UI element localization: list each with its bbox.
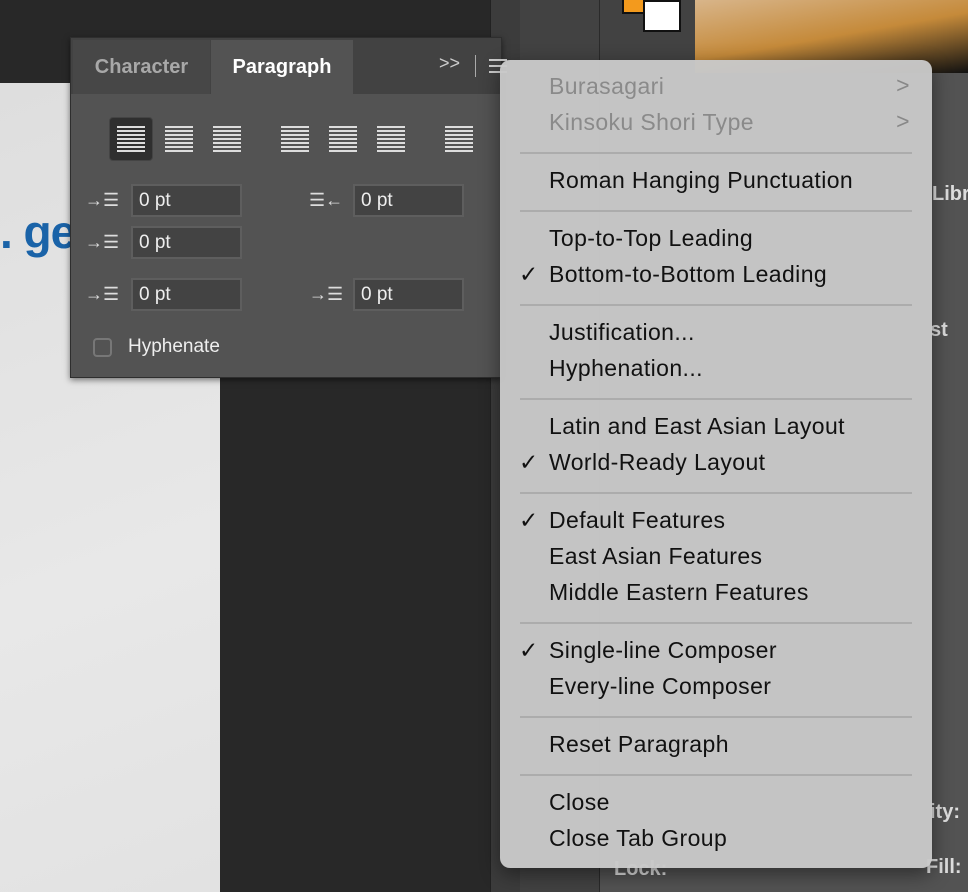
menu-separator [520, 716, 912, 718]
menu-item-roman-hanging-punctuation[interactable]: Roman Hanging Punctuation [500, 163, 932, 199]
text-fragment: st [930, 319, 948, 341]
menu-item-close-tab-group[interactable]: Close Tab Group [500, 821, 932, 857]
hyphenate-checkbox[interactable] [93, 338, 112, 357]
align-right-icon [213, 126, 241, 152]
menu-item-label: Bottom-to-Bottom Leading [549, 261, 828, 287]
libraries-tab-fragment[interactable]: Libr [932, 183, 968, 206]
justify-last-center-button[interactable] [321, 117, 365, 161]
checkmark-icon: ✓ [519, 261, 539, 287]
align-left-button[interactable] [109, 117, 153, 161]
justify-all-icon [445, 126, 473, 152]
canvas-text-fragment: . ge [0, 206, 76, 258]
justify-all-button[interactable] [437, 117, 481, 161]
menu-item-justification[interactable]: Justification... [500, 315, 932, 351]
paragraph-panel: Character Paragraph >> →☰ 0 pt ☰← 0 pt →… [70, 37, 507, 378]
indent-right-icon: ☰← [309, 190, 344, 210]
menu-item-label: Reset Paragraph [549, 731, 729, 757]
background-color-swatch[interactable] [643, 0, 681, 32]
menu-item-bottom-to-bottom-leading[interactable]: ✓ Bottom-to-Bottom Leading [500, 257, 932, 293]
menu-item-kinsoku-shori-type: Kinsoku Shori Type > [500, 105, 932, 141]
tab-character[interactable]: Character [73, 40, 210, 94]
menu-separator [520, 622, 912, 624]
indent-first-line-input[interactable]: 0 pt [131, 226, 242, 259]
menu-item-label: Middle Eastern Features [549, 579, 809, 605]
align-center-icon [165, 126, 193, 152]
menu-separator [520, 398, 912, 400]
paragraph-panel-menu: Burasagari > Kinsoku Shori Type > Roman Hang… [500, 60, 932, 868]
menu-item-latin-and-east-asian-layout[interactable]: Latin and East Asian Layout [500, 409, 932, 445]
panel-tab-bar: Character Paragraph >> [71, 38, 507, 94]
menu-separator [520, 492, 912, 494]
checkmark-icon: ✓ [519, 449, 539, 475]
menu-item-label: Latin and East Asian Layout [549, 413, 845, 439]
align-left-icon [117, 126, 145, 152]
menu-item-middle-eastern-features[interactable]: Middle Eastern Features [500, 575, 932, 611]
tab-paragraph[interactable]: Paragraph [211, 40, 353, 94]
menu-item-default-features[interactable]: ✓ Default Features [500, 503, 932, 539]
menu-separator [520, 210, 912, 212]
indent-right-input[interactable]: 0 pt [353, 184, 464, 217]
menu-item-single-line-composer[interactable]: ✓ Single-line Composer [500, 633, 932, 669]
checkmark-icon: ✓ [519, 637, 539, 663]
menu-separator [520, 304, 912, 306]
menu-separator [520, 774, 912, 776]
divider [475, 55, 476, 77]
menu-item-label: Kinsoku Shori Type [549, 109, 754, 135]
menu-item-close[interactable]: Close [500, 785, 932, 821]
menu-item-label: World-Ready Layout [549, 449, 766, 475]
submenu-chevron-icon: > [896, 108, 910, 134]
menu-item-reset-paragraph[interactable]: Reset Paragraph [500, 727, 932, 763]
menu-item-label: Close [549, 789, 610, 815]
submenu-chevron-icon: > [896, 72, 910, 98]
indent-left-input[interactable]: 0 pt [131, 184, 242, 217]
menu-item-label: Single-line Composer [549, 637, 777, 663]
menu-separator [520, 152, 912, 154]
justify-last-center-icon [329, 126, 357, 152]
menu-item-every-line-composer[interactable]: Every-line Composer [500, 669, 932, 705]
justify-last-left-icon [281, 126, 309, 152]
menu-item-hyphenation[interactable]: Hyphenation... [500, 351, 932, 387]
space-before-input[interactable]: 0 pt [131, 278, 242, 311]
menu-item-label: Burasagari [549, 73, 665, 99]
indent-first-line-icon: →☰ [85, 232, 120, 252]
align-right-button[interactable] [205, 117, 249, 161]
menu-item-label: Default Features [549, 507, 726, 533]
justify-last-right-icon [377, 126, 405, 152]
menu-item-top-to-top-leading[interactable]: Top-to-Top Leading [500, 221, 932, 257]
menu-item-label: East Asian Features [549, 543, 763, 569]
hyphenate-label: Hyphenate [128, 336, 220, 357]
menu-item-label: Hyphenation... [549, 355, 703, 381]
justify-last-right-button[interactable] [369, 117, 413, 161]
menu-item-label: Top-to-Top Leading [549, 225, 754, 251]
menu-item-label: Justification... [549, 319, 695, 345]
opacity-label-fragment: ity: [930, 801, 960, 823]
menu-item-label: Roman Hanging Punctuation [549, 167, 854, 193]
checkmark-icon: ✓ [519, 507, 539, 533]
space-after-icon: →☰ [309, 284, 344, 304]
menu-item-burasagari: Burasagari > [500, 69, 932, 105]
space-after-input[interactable]: 0 pt [353, 278, 464, 311]
align-center-button[interactable] [157, 117, 201, 161]
justify-last-left-button[interactable] [273, 117, 317, 161]
menu-item-world-ready-layout[interactable]: ✓ World-Ready Layout [500, 445, 932, 481]
expand-panels-button[interactable]: >> [439, 53, 460, 74]
indent-left-icon: →☰ [85, 190, 120, 210]
menu-item-label: Every-line Composer [549, 673, 772, 699]
menu-item-east-asian-features[interactable]: East Asian Features [500, 539, 932, 575]
space-before-icon: →☰ [85, 284, 120, 304]
menu-item-label: Close Tab Group [549, 825, 728, 851]
